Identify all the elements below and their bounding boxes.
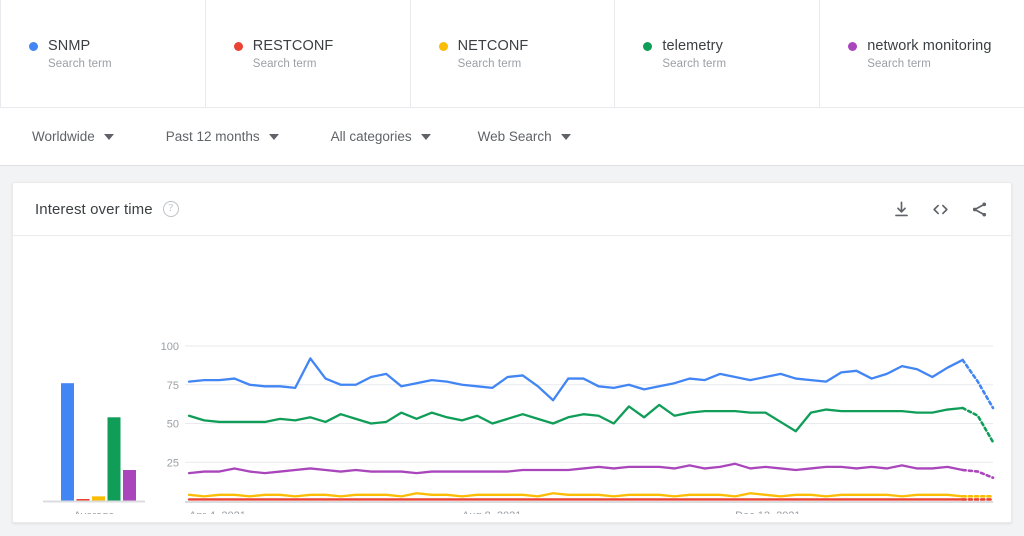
average-bar-chart: Average (43, 383, 145, 514)
filter-label: All categories (330, 129, 412, 144)
trends-page: SNMP Search term RESTCONF Search term NETCON… (0, 0, 1024, 536)
average-bar (123, 470, 136, 501)
x-tick-label: Apr 4, 2021 (189, 510, 246, 514)
search-term-card[interactable]: network monitoring Search term (820, 0, 1024, 107)
series-line (187, 357, 964, 402)
term-row: RESTCONF (233, 38, 410, 54)
term-label: RESTCONF (252, 38, 334, 54)
chevron-down-icon (103, 133, 114, 140)
term-color-dot (29, 42, 38, 51)
y-tick-label: 100 (161, 341, 179, 353)
filter-dropdown[interactable]: All categories (331, 129, 431, 144)
page-title: Interest over time (35, 200, 153, 218)
term-color-dot (848, 42, 858, 51)
interest-over-time-card: Interest over time ? Average 25507510 (12, 182, 1012, 523)
average-bar (61, 383, 74, 501)
chevron-down-icon (420, 133, 431, 140)
x-tick-label: Aug 8, 2021 (462, 510, 521, 514)
y-tick-label: 75 (167, 380, 179, 392)
series-line-partial (961, 358, 995, 410)
term-row: NETCONF (438, 38, 615, 54)
filter-label: Past 12 months (165, 129, 260, 144)
search-terms-strip: SNMP Search term RESTCONF Search term NETCON… (0, 0, 1024, 108)
term-label: telemetry (662, 38, 723, 54)
term-row: network monitoring (848, 38, 1024, 54)
term-color-dot (233, 42, 243, 51)
filter-label: Worldwide (32, 129, 95, 144)
term-row: telemetry (643, 38, 819, 54)
search-term-card[interactable]: RESTCONF Search term (205, 0, 411, 107)
chevron-down-icon (560, 133, 571, 140)
filter-dropdown[interactable]: Worldwide (32, 129, 114, 144)
help-icon[interactable]: ? (162, 201, 179, 217)
term-sublabel: Search term (252, 58, 317, 70)
search-term-card[interactable]: telemetry Search term (615, 0, 821, 107)
search-term-card[interactable]: NETCONF Search term (410, 0, 616, 107)
filter-dropdown[interactable]: Past 12 months (166, 129, 279, 144)
term-sublabel: Search term (867, 58, 931, 70)
term-color-dot (438, 42, 448, 51)
chevron-down-icon (268, 133, 279, 140)
series-line (187, 492, 964, 498)
interest-line-chart[interactable]: 25 50 75 100 Apr 4, 2021 Aug 8, 2021 Dec 12, 2… (153, 244, 998, 514)
term-label: NETCONF (457, 38, 529, 54)
term-row: SNMP (29, 38, 205, 54)
filter-bar: Worldwide Past 12 months All categories Web… (0, 108, 1024, 166)
term-sublabel: Search term (457, 58, 522, 70)
average-axis-label: Average (74, 510, 115, 514)
download-icon[interactable] (892, 200, 911, 219)
term-color-dot (643, 42, 653, 51)
term-sublabel: Search term (662, 58, 727, 70)
chart-area: Average 25 50 75 100 Apr 4, 2021 Aug 8, 2021 D… (13, 236, 1011, 522)
term-label: network monitoring (867, 38, 992, 54)
term-sublabel: Search term (48, 58, 112, 70)
average-bar (107, 417, 121, 501)
x-tick-label: Dec 12, 2021 (735, 510, 800, 514)
y-tick-label: 50 (167, 419, 179, 431)
term-label: SNMP (48, 38, 91, 54)
embed-code-icon[interactable] (931, 200, 950, 219)
average-bar (92, 496, 105, 501)
series-line (187, 403, 964, 433)
series-line-partial (961, 468, 995, 480)
y-tick-label: 25 (167, 457, 179, 469)
series-line-partial (961, 406, 995, 444)
filter-dropdown[interactable]: Web Search (478, 129, 571, 144)
share-icon[interactable] (970, 200, 989, 219)
search-term-card[interactable]: SNMP Search term (0, 0, 206, 107)
card-actions (892, 183, 989, 236)
card-header: Interest over time ? (13, 183, 1011, 236)
series-line (187, 462, 964, 475)
filter-label: Web Search (477, 129, 552, 144)
